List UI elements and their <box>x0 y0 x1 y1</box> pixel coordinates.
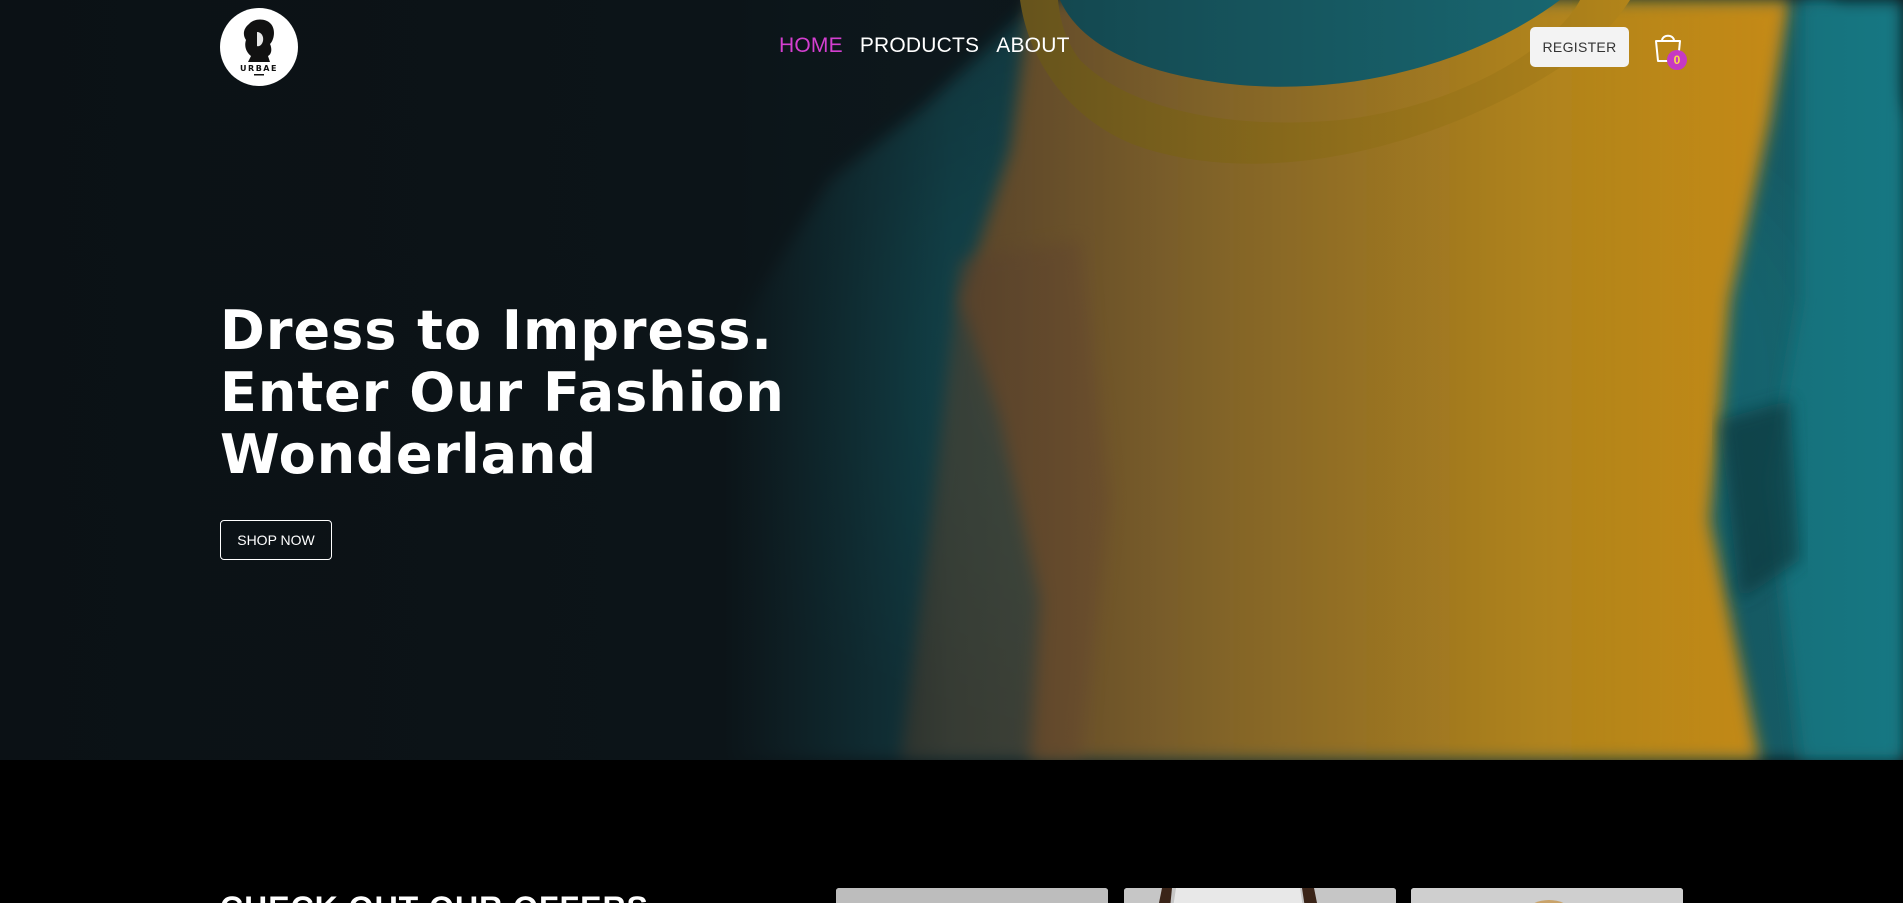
hero-title-line: Wonderland <box>220 423 598 486</box>
cart-button[interactable]: 0 <box>1652 30 1687 70</box>
hero-title: Dress to Impress. Enter Our Fashion Wond… <box>220 300 840 486</box>
main-nav: HOME PRODUCTS ABOUT <box>779 33 1070 59</box>
offer-card[interactable] <box>1411 888 1683 903</box>
svg-text:URBAE: URBAE <box>240 64 278 73</box>
offer-image <box>1124 888 1396 903</box>
register-button[interactable]: REGISTER <box>1530 27 1629 67</box>
shop-now-button[interactable]: SHOP NOW <box>220 520 332 560</box>
hero-title-line: Dress to Impress. <box>220 299 773 362</box>
nav-item-home[interactable]: HOME <box>779 33 843 59</box>
offer-image <box>836 888 1108 903</box>
nav-item-about[interactable]: ABOUT <box>996 33 1069 59</box>
statue-bust-logo-icon: URBAE <box>225 13 293 81</box>
nav-item-products[interactable]: PRODUCTS <box>860 33 979 59</box>
offers-section: CHECK OUT OUR OFFERS <box>0 760 1903 903</box>
site-header: URBAE HOME PRODUCTS ABOUT REGISTER 0 <box>0 0 1903 94</box>
offer-card[interactable] <box>836 888 1108 903</box>
brand-logo[interactable]: URBAE <box>220 8 298 86</box>
cart-count-badge: 0 <box>1667 50 1687 70</box>
hero-title-line: Enter Our Fashion <box>220 361 785 424</box>
offers-title: CHECK OUT OUR OFFERS <box>220 890 649 903</box>
offer-image <box>1411 888 1683 903</box>
offer-card[interactable] <box>1124 888 1396 903</box>
